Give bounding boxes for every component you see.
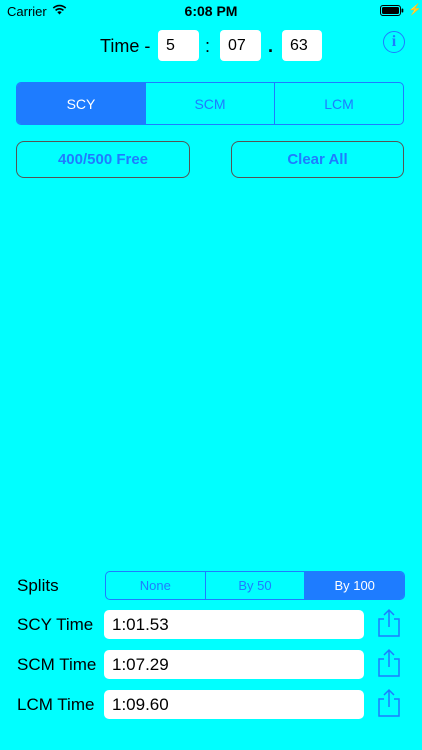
- scy-time-field[interactable]: 1:01.53: [104, 610, 364, 639]
- lcm-time-label: LCM Time: [17, 695, 95, 714]
- splits-option-by-100[interactable]: By 100: [305, 572, 404, 599]
- scy-time-label: SCY Time: [17, 615, 94, 634]
- tab-scm[interactable]: SCM: [146, 83, 275, 124]
- share-icon[interactable]: [376, 688, 402, 718]
- splits-segmented-control: None By 50 By 100: [105, 571, 405, 600]
- share-icon[interactable]: [376, 608, 402, 638]
- share-icon[interactable]: [376, 648, 402, 678]
- battery-icon: [380, 5, 404, 16]
- tab-lcm[interactable]: LCM: [275, 83, 403, 124]
- seconds-input[interactable]: 07: [220, 30, 261, 61]
- free-conversion-button[interactable]: 400/500 Free: [16, 141, 190, 178]
- splits-option-none[interactable]: None: [106, 572, 206, 599]
- time-separator-dot: .: [268, 36, 274, 56]
- hundredths-input[interactable]: 63: [282, 30, 322, 61]
- tab-scy[interactable]: SCY: [17, 83, 146, 124]
- scm-time-label: SCM Time: [17, 655, 97, 674]
- lcm-time-field[interactable]: 1:09.60: [104, 690, 364, 719]
- charging-icon: ⚡: [408, 4, 422, 16]
- scm-time-field[interactable]: 1:07.29: [104, 650, 364, 679]
- info-icon[interactable]: i: [383, 31, 405, 53]
- status-time: 6:08 PM: [184, 3, 238, 19]
- splits-option-by-50[interactable]: By 50: [206, 572, 306, 599]
- clear-all-button[interactable]: Clear All: [231, 141, 404, 178]
- time-separator-colon: :: [205, 36, 211, 56]
- minutes-input[interactable]: 5: [158, 30, 199, 61]
- time-label: Time -: [100, 36, 151, 56]
- course-segmented-control: SCY SCM LCM: [16, 82, 404, 125]
- splits-label: Splits: [17, 576, 59, 595]
- status-bar: Carrier 6:08 PM ⚡: [0, 0, 422, 22]
